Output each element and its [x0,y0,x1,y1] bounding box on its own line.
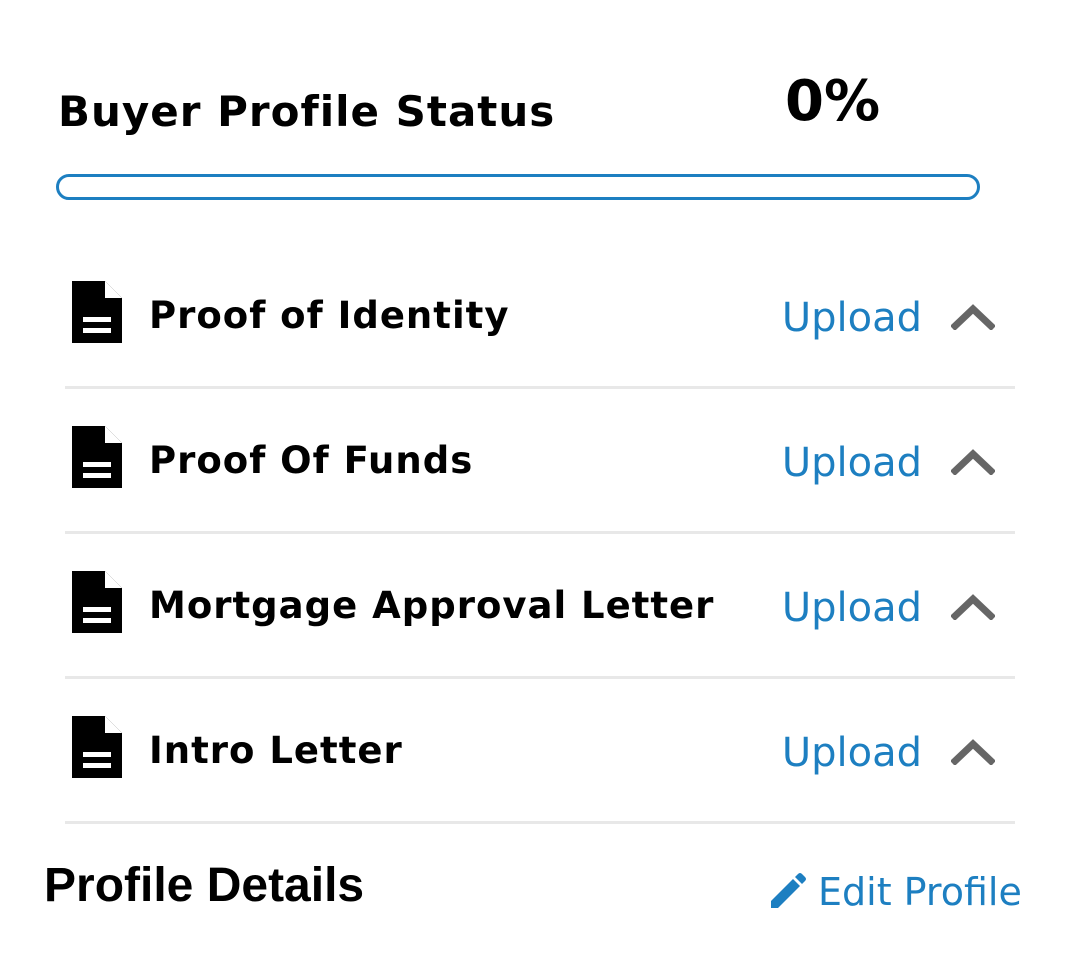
profile-status-percent: 0% [785,69,881,134]
document-label: Proof Of Funds [149,439,474,482]
document-icon [72,571,122,633]
profile-details-title: Profile Details [44,859,365,912]
pencil-icon [771,873,806,908]
profile-status-title: Buyer Profile Status [58,87,556,136]
document-row-mortgage-approval-letter: Mortgage Approval Letter Upload [65,534,1015,679]
chevron-up-icon[interactable] [951,302,995,330]
profile-progress-bar [56,174,980,200]
chevron-up-icon[interactable] [951,447,995,475]
chevron-up-icon[interactable] [951,592,995,620]
document-row-proof-of-funds: Proof Of Funds Upload [65,389,1015,534]
document-row-intro-letter: Intro Letter Upload [65,679,1015,824]
document-icon [72,716,122,778]
upload-link-intro-letter[interactable]: Upload [782,729,922,777]
document-label: Proof of Identity [149,294,510,337]
document-list: Proof of Identity Upload Proof Of Funds … [65,244,1015,824]
document-label: Intro Letter [149,729,403,772]
document-label: Mortgage Approval Letter [149,584,715,627]
document-row-proof-of-identity: Proof of Identity Upload [65,244,1015,389]
edit-profile-button[interactable]: Edit Profile [768,868,1022,916]
upload-link-mortgage-approval-letter[interactable]: Upload [782,584,922,632]
upload-link-proof-of-funds[interactable]: Upload [782,439,922,487]
upload-link-proof-of-identity[interactable]: Upload [782,294,922,342]
document-icon [72,426,122,488]
chevron-up-icon[interactable] [951,737,995,765]
edit-profile-label: Edit Profile [818,870,1022,914]
document-icon [72,281,122,343]
